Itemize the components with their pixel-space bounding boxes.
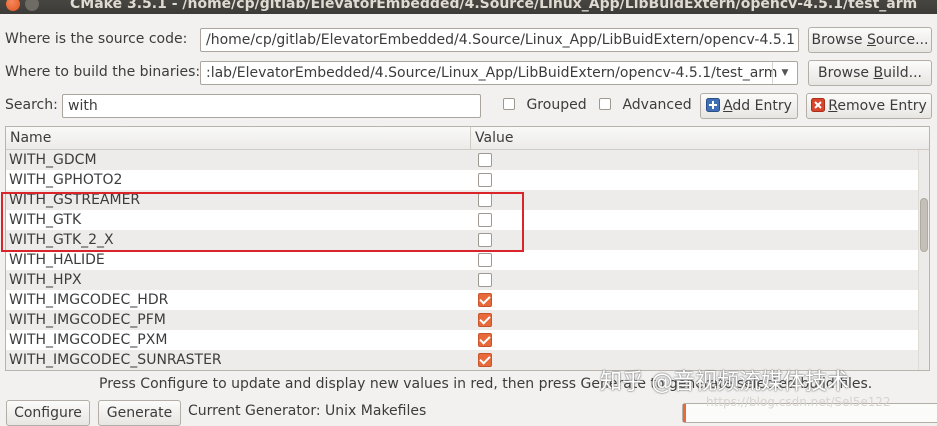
table-header: Name Value <box>6 127 929 150</box>
title-bar: CMake 3.5.1 - /home/cp/gitlab/ElevatorEm… <box>0 0 937 14</box>
entry-name: WITH_HPX <box>9 272 82 288</box>
remove-icon <box>811 98 826 112</box>
table-row[interactable]: WITH_GPHOTO2 <box>6 170 919 190</box>
search-value: with <box>68 98 98 114</box>
source-path-value: /home/cp/gitlab/ElevatorEmbedded/4.Sourc… <box>206 32 796 48</box>
entry-value-checkbox[interactable] <box>478 313 492 327</box>
table-row[interactable]: WITH_GDCM <box>6 150 919 170</box>
entry-value-checkbox[interactable] <box>478 353 492 367</box>
configure-button[interactable]: Configure <box>6 400 90 426</box>
source-label: Where is the source code: <box>5 31 188 47</box>
table-row[interactable]: WITH_GTK_2_X <box>6 230 919 250</box>
chevron-down-icon[interactable]: ▼ <box>772 62 797 84</box>
browse-build-button[interactable]: Browse Build... <box>808 60 932 86</box>
table-row[interactable]: WITH_IMGCODEC_PXM <box>6 330 919 350</box>
cache-table[interactable]: Name Value WITH_GDCM WITH_GPHOTO2 WITH_GST… <box>5 126 930 371</box>
table-row[interactable]: WITH_GTK <box>6 210 919 230</box>
entry-name: WITH_IMGCODEC_SUNRASTER <box>9 352 222 368</box>
advanced-label: Advanced <box>622 97 692 113</box>
remove-entry-button[interactable]: Remove Entry <box>806 93 932 119</box>
add-entry-button[interactable]: Add Entry <box>700 93 798 119</box>
entry-name: WITH_GDCM <box>9 152 97 168</box>
generate-button[interactable]: Generate <box>98 400 181 426</box>
entry-value-checkbox[interactable] <box>478 153 492 167</box>
table-row[interactable]: WITH_HPX <box>6 270 919 290</box>
entry-value-checkbox[interactable] <box>478 173 492 187</box>
plus-icon <box>706 98 721 112</box>
table-body: WITH_GDCM WITH_GPHOTO2 WITH_GSTREAMER WITH_… <box>6 150 919 370</box>
browse-source-button[interactable]: Browse Source... <box>808 27 932 53</box>
scrollbar-thumb[interactable] <box>920 198 928 252</box>
vertical-scrollbar[interactable] <box>918 150 929 370</box>
watermark-url: https://blog.csdn.net/Sel5e122 <box>706 395 891 409</box>
entry-name: WITH_GSTREAMER <box>9 192 141 208</box>
window-title: CMake 3.5.1 - /home/cp/gitlab/ElevatorEm… <box>70 0 918 12</box>
column-value-header[interactable]: Value <box>471 127 513 149</box>
entry-name: WITH_GTK_2_X <box>9 232 114 248</box>
advanced-option[interactable]: Advanced <box>599 97 692 113</box>
advanced-checkbox[interactable] <box>599 98 611 110</box>
minimize-window-icon[interactable] <box>25 0 39 11</box>
build-path-combo[interactable]: :lab/ElevatorEmbedded/4.Source/Linux_App… <box>200 61 798 85</box>
table-row[interactable]: WITH_IMGCODEC_PFM <box>6 310 919 330</box>
build-path-value: :lab/ElevatorEmbedded/4.Source/Linux_App… <box>206 65 778 81</box>
watermark-text: 知乎 @音视频流媒体技术 <box>600 370 849 395</box>
grouped-label: Grouped <box>526 97 587 113</box>
entry-name: WITH_HALIDE <box>9 252 105 268</box>
grouped-checkbox[interactable] <box>503 98 515 110</box>
entry-value-checkbox[interactable] <box>478 293 492 307</box>
entry-value-checkbox[interactable] <box>478 233 492 247</box>
entry-name: WITH_GTK <box>9 212 82 228</box>
column-name-header[interactable]: Name <box>6 127 471 149</box>
source-path-input[interactable]: /home/cp/gitlab/ElevatorEmbedded/4.Sourc… <box>200 28 799 52</box>
entry-name: WITH_IMGCODEC_HDR <box>9 292 169 308</box>
entry-value-checkbox[interactable] <box>478 273 492 287</box>
entry-value-checkbox[interactable] <box>478 193 492 207</box>
entry-value-checkbox[interactable] <box>478 253 492 267</box>
table-row[interactable]: WITH_IMGCODEC_HDR <box>6 290 919 310</box>
entry-value-checkbox[interactable] <box>478 213 492 227</box>
search-input[interactable]: with <box>62 94 481 118</box>
table-row[interactable]: WITH_HALIDE <box>6 250 919 270</box>
entry-value-checkbox[interactable] <box>478 333 492 347</box>
entry-name: WITH_IMGCODEC_PXM <box>9 332 168 348</box>
close-window-icon[interactable] <box>6 0 20 11</box>
table-row[interactable]: WITH_GSTREAMER <box>6 190 919 210</box>
entry-name: WITH_GPHOTO2 <box>9 172 123 188</box>
entry-name: WITH_IMGCODEC_PFM <box>9 312 166 328</box>
build-label: Where to build the binaries: <box>5 64 201 80</box>
search-label: Search: <box>5 97 58 113</box>
grouped-option[interactable]: Grouped <box>503 97 587 113</box>
